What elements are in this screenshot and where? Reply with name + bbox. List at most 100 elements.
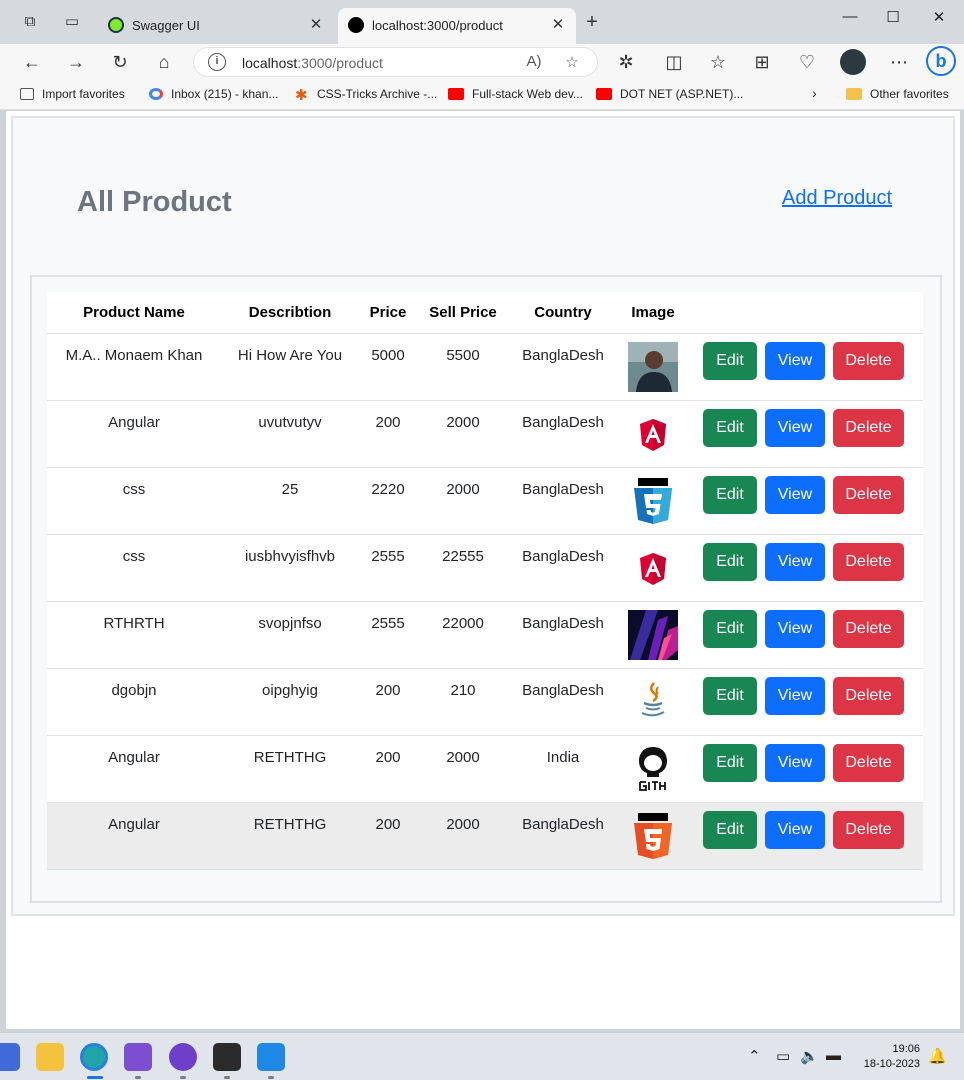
network-icon[interactable]: ▭ <box>776 1047 790 1065</box>
battery-icon[interactable]: ▬ <box>826 1047 841 1064</box>
tab-actions-icon[interactable]: ▭ <box>62 12 82 32</box>
delete-button[interactable]: Delete <box>833 743 904 782</box>
view-button[interactable]: View <box>765 810 825 849</box>
nextjs-icon <box>348 17 364 33</box>
favorites-icon[interactable]: ☆ <box>706 50 730 74</box>
view-button[interactable]: View <box>765 341 825 380</box>
cell-price: 2220 <box>359 467 417 535</box>
fav-css-tricks[interactable]: ✱ CSS-Tricks Archive -... <box>295 87 437 103</box>
refresh-icon[interactable]: ↻ <box>108 50 132 74</box>
app-indicator <box>224 1076 230 1079</box>
home-icon[interactable]: ⌂ <box>152 50 176 74</box>
cell-country: BanglaDesh <box>509 534 617 602</box>
table-row: Angular RETHTHG 200 2000 India Edit View… <box>47 735 923 803</box>
close-window-icon[interactable]: ✕ <box>924 8 954 28</box>
view-button[interactable]: View <box>765 542 825 581</box>
cell-name: dgobjn <box>47 668 221 736</box>
view-button[interactable]: View <box>765 408 825 447</box>
view-button[interactable]: View <box>765 676 825 715</box>
delete-button[interactable]: Delete <box>833 676 904 715</box>
view-button[interactable]: View <box>765 475 825 514</box>
edit-button[interactable]: Edit <box>703 810 757 849</box>
import-icon <box>20 88 34 100</box>
cell-description: uvutvutyv <box>221 400 359 468</box>
fav-youtube-dotnet[interactable]: DOT NET (ASP.NET)... <box>596 87 743 101</box>
edit-button[interactable]: Edit <box>703 542 757 581</box>
table-row: M.A.. Monaem Khan Hi How Are You 5000 55… <box>47 333 923 401</box>
forward-icon[interactable]: → <box>64 50 88 74</box>
cell-actions: Edit View Delete <box>689 534 923 602</box>
vscode-icon[interactable] <box>257 1043 285 1071</box>
collections-icon[interactable]: ⊞ <box>750 50 774 74</box>
minimize-icon[interactable]: — <box>835 8 865 28</box>
folder-icon <box>846 88 862 100</box>
avatar[interactable] <box>840 49 866 75</box>
url-bar[interactable]: i localhost:3000/product A) ☆ <box>193 47 598 77</box>
view-button[interactable]: View <box>765 609 825 648</box>
cell-name: css <box>47 534 221 602</box>
system-clock[interactable]: 19:06 18-10-2023 <box>858 1042 920 1072</box>
back-icon[interactable]: ← <box>20 50 44 74</box>
split-screen-icon[interactable]: ◫ <box>662 50 686 74</box>
bing-copilot-icon[interactable]: b <box>926 46 956 76</box>
edit-button[interactable]: Edit <box>703 341 757 380</box>
fav-other[interactable]: Other favorites <box>846 87 949 101</box>
maximize-icon[interactable]: ☐ <box>878 8 908 28</box>
new-tab-icon[interactable]: + <box>582 12 602 33</box>
workspaces-icon[interactable]: ⧉ <box>20 12 40 32</box>
cell-price: 200 <box>359 802 417 870</box>
close-icon[interactable]: ✕ <box>306 15 326 35</box>
fav-youtube-fullstack[interactable]: Full-stack Web dev... <box>448 87 583 101</box>
fav-import[interactable]: Import favorites <box>20 87 125 101</box>
cell-sell-price: 2000 <box>417 400 509 468</box>
delete-button[interactable]: Delete <box>833 475 904 514</box>
table-row: Angular RETHTHG 200 2000 BanglaDesh Edit… <box>47 802 923 870</box>
delete-button[interactable]: Delete <box>833 341 904 380</box>
tab-swagger[interactable]: Swagger UI ✕ <box>98 8 334 44</box>
cell-name: css <box>47 467 221 535</box>
tab-title: localhost:3000/product <box>372 18 503 33</box>
delete-button[interactable]: Delete <box>833 609 904 648</box>
cell-sell-price: 210 <box>417 668 509 736</box>
edit-button[interactable]: Edit <box>703 475 757 514</box>
edit-button[interactable]: Edit <box>703 676 757 715</box>
table-header-row: Product Name Describtion Price Sell Pric… <box>47 292 923 334</box>
app-indicator <box>180 1076 186 1079</box>
page-title: All Product <box>77 186 232 218</box>
close-icon[interactable]: ✕ <box>548 15 568 35</box>
tab-product[interactable]: localhost:3000/product ✕ <box>338 8 576 44</box>
chevron-right-icon[interactable]: › <box>812 85 817 101</box>
github-logo <box>638 746 668 791</box>
chevron-up-icon[interactable]: ⌃ <box>748 1047 761 1065</box>
delete-button[interactable]: Delete <box>833 810 904 849</box>
favorite-star-icon[interactable]: ☆ <box>562 53 582 71</box>
more-menu-icon[interactable]: ⋯ <box>887 50 911 74</box>
terminal-icon[interactable] <box>213 1043 241 1071</box>
edit-button[interactable]: Edit <box>703 408 757 447</box>
extensions-icon[interactable]: ✲ <box>614 50 638 74</box>
notification-bell-icon[interactable]: 🔔 <box>928 1047 947 1065</box>
url-text[interactable]: localhost:3000/product <box>242 55 383 71</box>
fav-gmail[interactable]: Inbox (215) - khan... <box>149 87 278 101</box>
site-info-icon[interactable]: i <box>208 53 226 71</box>
table-row: dgobjn oipghyig 200 210 BanglaDesh Edit … <box>47 668 923 736</box>
swagger-icon <box>108 17 124 33</box>
edit-button[interactable]: Edit <box>703 609 757 648</box>
delete-button[interactable]: Delete <box>833 408 904 447</box>
add-product-link[interactable]: Add Product <box>782 187 892 210</box>
youtube-icon <box>448 88 464 100</box>
read-aloud-icon[interactable]: A) <box>524 53 544 70</box>
volume-icon[interactable]: 🔈 <box>800 1047 819 1065</box>
edit-button[interactable]: Edit <box>703 743 757 782</box>
view-button[interactable]: View <box>765 743 825 782</box>
browser-essentials-icon[interactable]: ♡ <box>795 50 819 74</box>
github-desktop-icon[interactable] <box>169 1043 197 1071</box>
edge-icon[interactable] <box>80 1043 108 1071</box>
cell-price: 200 <box>359 735 417 803</box>
delete-button[interactable]: Delete <box>833 542 904 581</box>
file-explorer-icon[interactable] <box>36 1043 64 1071</box>
cell-price: 2555 <box>359 601 417 669</box>
html5-logo <box>634 812 672 859</box>
dev-widget-icon[interactable] <box>0 1043 20 1071</box>
visual-studio-icon[interactable] <box>124 1043 152 1071</box>
